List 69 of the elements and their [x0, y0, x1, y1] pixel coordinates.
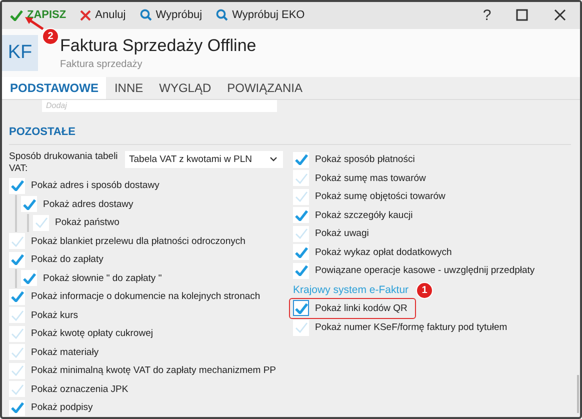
help-button[interactable]: ?	[476, 6, 498, 24]
checkbox[interactable]	[9, 400, 25, 416]
checkbox[interactable]	[293, 188, 309, 205]
checkbox-label: Pokaż do zapłaty	[31, 254, 104, 266]
checkbox[interactable]	[293, 226, 309, 242]
checkbox[interactable]	[293, 152, 309, 168]
checkbox-label: Pokaż szczegóły kaucji	[315, 210, 413, 221]
window-subtitle: Faktura sprzedaży	[60, 58, 144, 70]
checkbox[interactable]	[9, 381, 25, 398]
search-icon	[140, 9, 152, 22]
checkbox[interactable]	[293, 170, 309, 186]
window-title: Faktura Sprzedaży Offline	[60, 36, 256, 56]
checkbox-label: Pokaż numer KSeF/formę faktury pod tytułem	[315, 322, 508, 334]
dropdown-label: Sposób drukowania tabeli VAT:	[9, 150, 119, 174]
section-heading: POZOSTAŁE	[9, 126, 571, 144]
toolbar-button[interactable]: ZAPISZ	[8, 7, 68, 24]
toolbar-button[interactable]: Anuluj	[78, 7, 128, 24]
callout-badge: 1	[416, 282, 433, 299]
tab[interactable]: POWIĄZANIA	[219, 76, 310, 98]
maximize-icon[interactable]	[516, 9, 528, 22]
checkbox-label: Pokaż słownie " do zapłaty "	[43, 272, 162, 284]
checkbox-label: Pokaż państwo	[55, 217, 120, 228]
checkbox-label: Pokaż sumę mas towarów	[315, 172, 426, 184]
checkbox-label: Pokaż sumę objętości towarów	[315, 191, 446, 202]
checkbox[interactable]	[293, 262, 309, 279]
checkbox[interactable]	[9, 362, 25, 379]
close-icon[interactable]	[554, 9, 566, 22]
close-icon	[80, 10, 92, 21]
checkbox-label: Pokaż adres dostawy	[43, 198, 134, 210]
scrollbar-thumb[interactable]	[577, 375, 579, 413]
checkbox[interactable]	[9, 233, 25, 250]
checkbox[interactable]	[21, 196, 37, 212]
checkbox[interactable]	[293, 300, 309, 316]
checkbox-label: Pokaż wykaz opłat dodatkowych	[315, 246, 452, 258]
checkbox[interactable]	[293, 244, 309, 260]
checkbox-label: Pokaż blankiet przelewu dla płatności odroczonych	[31, 236, 246, 247]
checkmark-icon	[10, 10, 23, 21]
checkbox[interactable]	[9, 326, 25, 342]
checkbox-label: Pokaż uwagi	[315, 228, 369, 240]
checkbox[interactable]	[293, 320, 309, 336]
checkbox-label: Pokaż linki kodów QR	[315, 302, 408, 314]
tab[interactable]: PODSTAWOWE	[2, 76, 106, 98]
checkbox-label: Pokaż materiały	[31, 346, 99, 358]
dropdown[interactable]: Tabela VAT z kwotami w PLN	[125, 150, 283, 168]
checkbox[interactable]	[9, 252, 25, 268]
checkbox-label: Pokaż minimalną kwotę VAT do zapłaty mechanizmem PP	[31, 365, 276, 376]
checkbox-label: Pokaż adres i sposób dostawy	[31, 180, 160, 192]
checkbox[interactable]	[293, 207, 309, 224]
toolbar-button[interactable]: Wypróbuj EKO	[214, 7, 307, 24]
checkbox-label: Pokaż kurs	[31, 310, 78, 321]
document-badge: KF	[2, 34, 38, 71]
checkbox[interactable]	[9, 288, 25, 305]
checkbox-label: Pokaż informacje o dokumencie na kolejnych stronach	[31, 291, 260, 302]
checkbox-label: Pokaż kwotę opłaty cukrowej	[31, 328, 153, 340]
checkbox-label: Powiązane operacje kasowe - uwzględnij przedpłaty	[315, 265, 535, 276]
checkbox[interactable]	[9, 307, 25, 324]
toolbar-button[interactable]: Wypróbuj	[138, 7, 204, 24]
checkbox[interactable]	[9, 344, 25, 360]
search-icon	[216, 9, 228, 22]
checkbox-label: Pokaż oznaczenia JPK	[31, 384, 128, 395]
tab[interactable]: WYGLĄD	[151, 76, 220, 98]
section-heading: Krajowy system e-Faktur	[293, 284, 409, 296]
checkbox-label: Pokaż podpisy	[31, 402, 93, 414]
chevron-icon	[270, 156, 277, 162]
checkbox[interactable]	[21, 270, 37, 286]
checkbox[interactable]	[9, 178, 25, 194]
checkbox-label: Pokaż sposób płatności	[315, 154, 415, 166]
tab[interactable]: INNE	[106, 76, 152, 98]
checkbox[interactable]	[33, 214, 49, 231]
